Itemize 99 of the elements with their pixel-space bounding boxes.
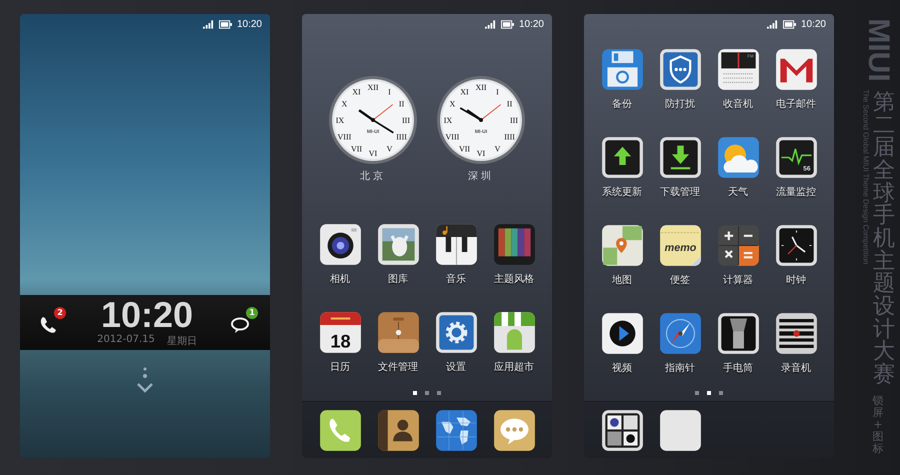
app-label: 收音机	[723, 99, 753, 111]
logo-text: MIUI	[863, 18, 893, 82]
clock-numeral: V	[386, 144, 392, 154]
map-pin-icon[interactable]	[600, 224, 644, 267]
status-time: 10:20	[236, 18, 262, 30]
file-box-icon[interactable]	[376, 311, 420, 354]
clock-numeral: XII	[367, 83, 379, 92]
camera-icon[interactable]	[318, 223, 362, 266]
clock-numeral: I	[496, 87, 499, 96]
clock-numeral: IX	[444, 116, 452, 125]
lock-weekday: 星期日	[166, 334, 197, 348]
clock-numeral: V	[494, 144, 500, 154]
status-time: 10:20	[518, 18, 544, 30]
status-time: 10:20	[800, 18, 826, 30]
app-label: 地图	[612, 275, 632, 287]
app-label: 手电筒	[723, 363, 753, 375]
clock-numeral: III	[402, 116, 410, 125]
weather-icon[interactable]	[716, 136, 760, 179]
app-label: 文件管理	[378, 362, 418, 374]
battery-icon	[782, 20, 796, 28]
battery-icon	[218, 20, 232, 28]
calculator-icon[interactable]	[716, 224, 760, 267]
city-label: 深圳	[468, 170, 494, 183]
clock-hands	[460, 104, 502, 122]
battery-icon	[500, 20, 514, 28]
download-icon[interactable]	[658, 136, 702, 179]
app-folder-icon[interactable]	[600, 408, 644, 452]
globe-icon[interactable]	[434, 408, 478, 452]
app-label: 日历	[330, 362, 350, 374]
notification-badge: 2	[54, 306, 66, 318]
app-label: 主题风格	[494, 274, 534, 286]
settings-icon[interactable]	[434, 311, 478, 354]
photo-icon[interactable]	[376, 223, 420, 266]
clock-hands	[358, 104, 394, 134]
lock-date: 2012-07.15	[97, 334, 155, 347]
clock-numeral: VI	[368, 149, 378, 158]
clock-numeral: VI	[476, 149, 486, 158]
app-label: 计算器	[723, 275, 753, 287]
app-label: 音乐	[446, 274, 466, 286]
clock-numeral: XII	[475, 83, 487, 92]
android-store-icon[interactable]	[492, 311, 536, 354]
contacts-icon[interactable]	[376, 408, 420, 452]
clock-icon[interactable]	[774, 224, 818, 267]
clock-numeral: XI	[352, 87, 361, 96]
app-label: 视频	[612, 363, 632, 375]
chat-bubble-icon[interactable]	[492, 408, 536, 452]
lock-time: 10:20	[100, 297, 194, 333]
clock-numeral: IX	[336, 116, 344, 125]
app-label: 防打扰	[665, 99, 695, 111]
app-label: 流量监控	[776, 187, 816, 199]
clock-numeral: II	[506, 100, 512, 108]
signal-icon	[484, 20, 496, 28]
app-label: 系统更新	[602, 187, 642, 199]
clock-numeral: VII	[350, 144, 362, 154]
chat-bubble-icon[interactable]	[230, 314, 250, 334]
app-label: 应用超市	[494, 362, 534, 374]
clock-numeral: VII	[458, 144, 470, 154]
mail-icon[interactable]	[774, 48, 818, 91]
compass-icon[interactable]	[658, 312, 702, 355]
color-bars-icon[interactable]	[492, 223, 536, 266]
app-label: 便签	[670, 275, 690, 287]
clock-numeral: II	[398, 100, 404, 108]
clock-numeral: III	[510, 116, 518, 125]
piano-icon[interactable]	[434, 223, 478, 266]
notification-badge: 1	[246, 306, 258, 318]
clock-numeral: X	[450, 100, 456, 108]
clock-numeral: I	[388, 87, 391, 96]
blank-tile-icon[interactable]	[658, 408, 702, 452]
microphone-icon[interactable]	[774, 312, 818, 355]
calendar-icon[interactable]: 18	[318, 311, 362, 354]
title-text: 第二届全球手机主题设计大赛	[873, 92, 895, 387]
clock-numeral: IIII	[504, 132, 515, 142]
signal-icon	[766, 20, 778, 28]
clock-numeral: XI	[460, 87, 469, 96]
caption-text: 锁屏 + 图标	[872, 394, 884, 455]
app-label: 录音机	[781, 363, 811, 375]
clock-numeral: VIII	[338, 132, 352, 142]
app-label: 下载管理	[660, 187, 700, 199]
memo-note-icon[interactable]: memo	[658, 224, 702, 267]
phone-icon[interactable]	[38, 314, 58, 334]
clock-numeral: X	[342, 100, 348, 108]
city-label: 北京	[360, 170, 386, 183]
app-label: 图库	[388, 274, 408, 286]
signal-icon	[202, 20, 214, 28]
phone-icon[interactable]	[318, 408, 362, 452]
app-label: 备份	[612, 99, 632, 111]
app-label: 电子邮件	[776, 99, 816, 111]
flashlight-icon[interactable]	[716, 312, 760, 355]
icon-text: 18	[330, 330, 350, 352]
clock-numeral: VIII	[446, 132, 460, 142]
shield-icon[interactable]	[658, 48, 702, 91]
clock-numeral: IIII	[396, 132, 407, 142]
app-label: 相机	[330, 274, 350, 286]
play-icon[interactable]	[600, 312, 644, 355]
app-label: 设置	[446, 362, 466, 374]
app-label: 天气	[728, 187, 748, 199]
icon-text: memo	[664, 242, 696, 254]
app-label: 时钟	[786, 275, 806, 287]
app-label: 指南针	[665, 363, 695, 375]
